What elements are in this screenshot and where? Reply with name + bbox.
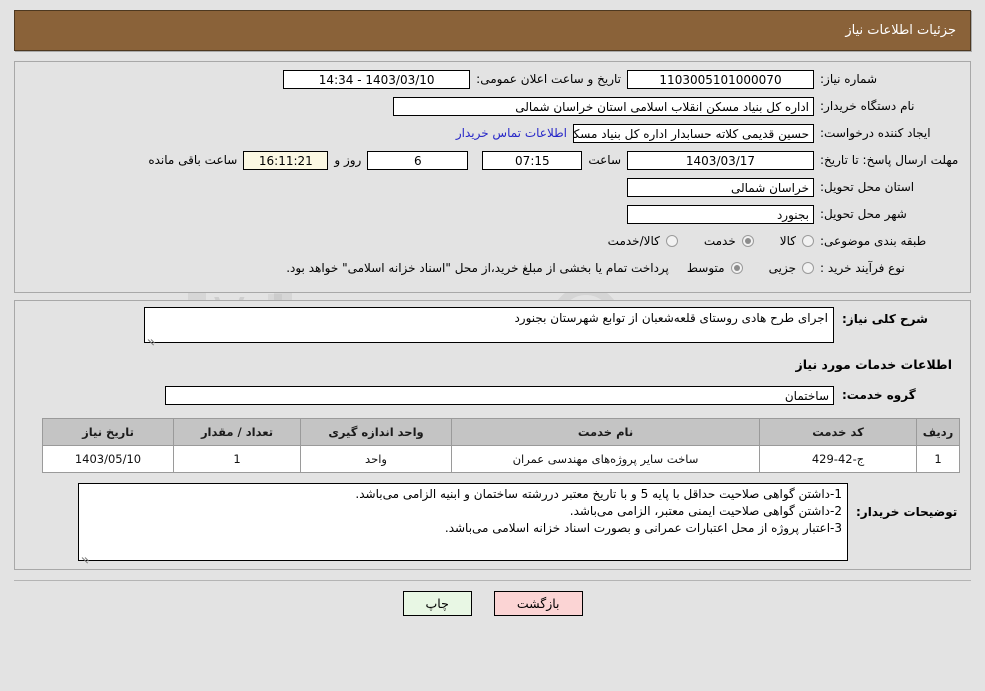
row-service-group: گروه خدمت: ساختمان [25,384,960,406]
row-city: شهر محل تحویل: بجنورد [25,203,960,225]
description-textarea[interactable]: اجرای طرح هادی روستای قلعه‌شعبان از تواب… [144,307,834,346]
buyer-note-line: 3-اعتبار پروژه از محل اعتبارات عمرانی و … [444,521,842,535]
print-button[interactable]: چاپ [402,591,472,616]
city-value: بجنورد [627,204,814,224]
row-category: طبقه بندی موضوعی: کالا خدمت کالا/خدمت [25,230,960,252]
category-option-label: خدمت [703,234,736,248]
th-row: ردیف [916,418,960,446]
service-group-value: ساختمان [165,385,834,405]
cell-code: ج-42-429 [759,445,917,473]
process-radio-group: جزیی متوسط [687,261,814,275]
remaining-days-label: روز و [334,153,362,167]
services-section-heading: اطلاعات خدمات مورد نیاز [795,357,953,372]
cell-name: ساخت سایر پروژه‌های مهندسی عمران [451,445,760,473]
category-option-kala[interactable]: کالا [780,234,814,248]
services-table: ردیف کد خدمت نام خدمت واحد اندازه گیری ت… [42,418,960,473]
province-label: استان محل تحویل: [820,179,915,194]
category-label: طبقه بندی موضوعی: [820,233,927,248]
buyer-org-value: اداره کل بنیاد مسکن انقلاب اسلامی استان … [393,96,814,116]
creator-label: ایجاد کننده درخواست: [820,125,931,140]
process-type-label: نوع فرآیند خرید : [820,260,905,275]
category-option-label: کالا [779,234,796,248]
page-root: جزئیات اطلاعات نیاز شماره نیاز: 11030051… [0,0,985,691]
radio-icon-selected[interactable] [730,262,743,274]
th-code: کد خدمت [759,418,917,446]
process-option-jozii[interactable]: جزیی [769,261,814,275]
radio-icon-selected[interactable] [741,235,754,247]
category-option-kala-khedmat[interactable]: کالا/خدمت [608,234,678,248]
row-need-number: شماره نیاز: 1103005101000070 تاریخ و ساع… [25,68,960,90]
need-number-label: شماره نیاز: [820,71,877,86]
countdown-label: ساعت باقی مانده [148,153,238,167]
city-label: شهر محل تحویل: [820,206,907,221]
footer-actions: بازگشت چاپ [14,580,971,616]
category-radio-group: کالا خدمت کالا/خدمت [608,234,814,248]
process-option-label: جزیی [768,261,796,275]
service-group-label: گروه خدمت: [842,387,916,402]
remaining-days-value: 6 [367,150,469,170]
deadline-time-value: 07:15 [482,150,583,170]
th-date: تاریخ نیاز [42,418,174,446]
row-process-type: نوع فرآیند خرید : جزیی متوسط پرداخت تمام… [25,257,960,279]
table-row: 1 ج-42-429 ساخت سایر پروژه‌های مهندسی عم… [42,445,960,473]
description-label: شرح کلی نیاز: [842,312,928,326]
buyer-note-line: 2-داشتن گواهی صلاحیت ایمنی معتبر، الزامی… [569,504,842,518]
cell-qty: 1 [173,445,301,473]
row-deadline: مهلت ارسال پاسخ: تا تاریخ: 1403/03/17 سا… [25,149,960,171]
deadline-date-value: 1403/03/17 [627,150,814,170]
th-qty: تعداد / مقدار [173,418,301,446]
creator-value: حسین قدیمی کلاته حسابدار اداره کل بنیاد … [573,123,814,143]
province-value: خراسان شمالی [627,177,814,197]
radio-icon[interactable] [802,262,814,274]
buyer-org-label: نام دستگاه خریدار: [820,98,915,113]
category-option-label: کالا/خدمت [607,234,660,248]
th-name: نام خدمت [451,418,760,446]
description-value: اجرای طرح هادی روستای قلعه‌شعبان از تواب… [514,311,828,325]
radio-icon[interactable] [802,235,814,247]
row-creator: ایجاد کننده درخواست: حسین قدیمی کلاته حس… [25,122,960,144]
buyer-notes-textarea[interactable]: 1-داشتن گواهی صلاحیت حداقل با پایه 5 و ب… [78,483,848,564]
need-info-panel: شماره نیاز: 1103005101000070 تاریخ و ساع… [14,61,971,293]
row-province: استان محل تحویل: خراسان شمالی [25,176,960,198]
page-title: جزئیات اطلاعات نیاز [14,10,971,51]
process-option-motevaset[interactable]: متوسط [687,261,743,275]
cell-date: 1403/05/10 [42,445,174,473]
buyer-notes-label: توضیحات خریدار: [856,505,958,519]
public-announce-label: تاریخ و ساعت اعلان عمومی: [476,72,621,86]
cell-unit: واحد [300,445,452,473]
description-panel: شرح کلی نیاز: اجرای طرح هادی روستای قلعه… [14,300,971,570]
row-buyer-notes: توضیحات خریدار: 1-داشتن گواهی صلاحیت حدا… [25,483,960,564]
buyer-contact-link[interactable]: اطلاعات تماس خریدار [450,126,573,140]
resize-grip-icon[interactable] [147,331,157,346]
buyer-note-line: 1-داشتن گواهی صلاحیت حداقل با پایه 5 و ب… [355,487,842,501]
resize-grip-icon[interactable] [81,549,91,564]
th-unit: واحد اندازه گیری [300,418,452,446]
row-buyer-org: نام دستگاه خریدار: اداره کل بنیاد مسکن ا… [25,95,960,117]
back-button[interactable]: بازگشت [493,591,583,616]
category-option-khedmat[interactable]: خدمت [704,234,754,248]
cell-row: 1 [916,445,960,473]
treasury-bond-note: پرداخت تمام یا بخشی از مبلغ خرید،از محل … [286,261,669,275]
table-header-row: ردیف کد خدمت نام خدمت واحد اندازه گیری ت… [42,418,960,446]
countdown-value: 16:11:21 [243,150,329,170]
row-description: شرح کلی نیاز: اجرای طرح هادی روستای قلعه… [25,307,960,346]
public-announce-value: 1403/03/10 - 14:34 [283,69,471,89]
process-option-label: متوسط [686,261,725,275]
need-number-value: 1103005101000070 [627,69,814,89]
deadline-hour-label: ساعت [588,153,621,167]
deadline-label: مهلت ارسال پاسخ: تا تاریخ: [820,153,959,167]
radio-icon[interactable] [665,235,678,247]
